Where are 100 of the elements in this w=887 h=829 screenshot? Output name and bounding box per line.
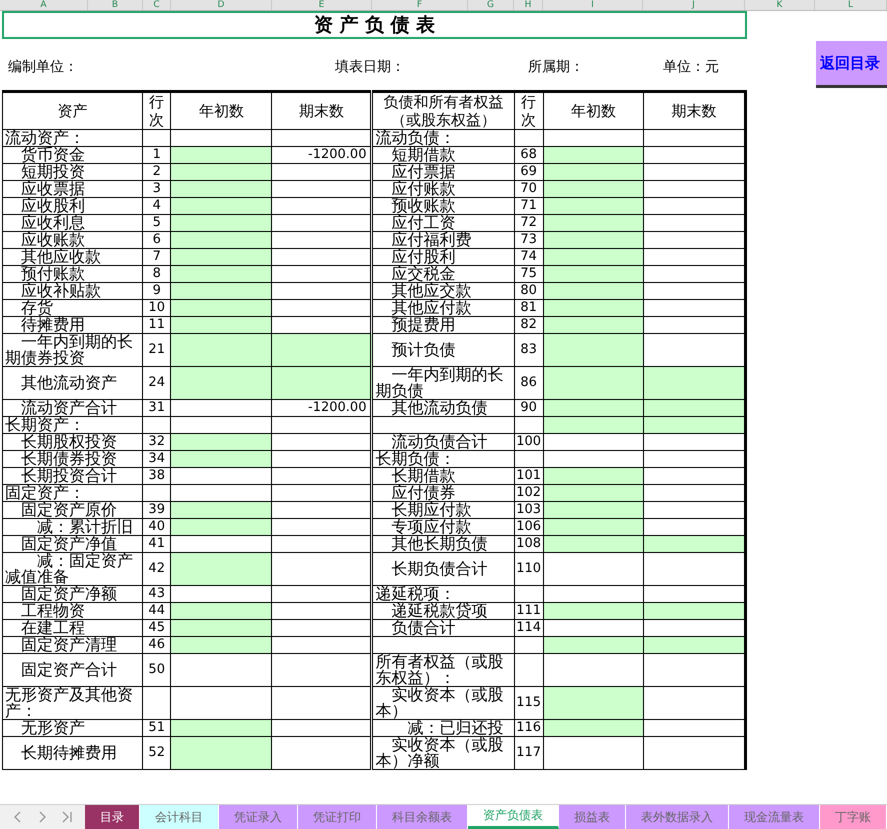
sheet-tab[interactable]: 表外数据录入 [626, 805, 729, 829]
table-cell[interactable] [543, 720, 644, 736]
sheet-tab[interactable]: 科目余额表 [377, 805, 468, 829]
table-cell[interactable] [543, 248, 644, 266]
table-cell[interactable] [543, 686, 644, 720]
column-letter[interactable]: B [88, 0, 143, 10]
table-cell[interactable]: -1200.00 [272, 400, 372, 416]
column-letter[interactable]: F [372, 0, 468, 10]
table-cell[interactable] [643, 416, 746, 434]
table-cell[interactable] [170, 164, 272, 180]
column-letter[interactable]: H [514, 0, 543, 10]
table-cell[interactable] [170, 316, 272, 334]
table-cell[interactable] [643, 400, 746, 416]
info-label: 所属期： [528, 58, 585, 76]
sheet-tab[interactable]: 凭证录入 [219, 805, 298, 829]
line-number: 38 [142, 468, 171, 484]
table-cell[interactable] [170, 366, 272, 400]
table-cell[interactable] [170, 468, 272, 484]
table-cell[interactable] [170, 180, 272, 198]
table-cell[interactable] [170, 736, 272, 770]
table-cell[interactable] [170, 636, 272, 654]
table-cell[interactable] [643, 602, 746, 620]
table-cell[interactable] [170, 214, 272, 232]
column-letter[interactable]: E [272, 0, 372, 10]
table-cell[interactable] [543, 300, 644, 316]
table-cell[interactable] [170, 248, 272, 266]
column-letter[interactable]: I [543, 0, 643, 10]
table-cell[interactable] [170, 552, 272, 586]
table-cell[interactable] [543, 334, 644, 366]
table-cell[interactable] [543, 282, 644, 300]
row-label: 其他流动资产 [2, 366, 143, 400]
row-label: 长期资产： [2, 416, 143, 434]
table-cell[interactable] [543, 468, 644, 484]
line-number: 108 [514, 536, 544, 552]
column-letter[interactable]: L [815, 0, 887, 10]
table-cell[interactable] [543, 146, 644, 164]
table-cell[interactable] [543, 416, 644, 434]
table-cell[interactable] [543, 518, 644, 536]
table-cell[interactable] [170, 602, 272, 620]
column-letter[interactable]: K [745, 0, 815, 10]
table-cell[interactable] [543, 484, 644, 502]
table-cell[interactable] [543, 502, 644, 518]
row-label: 长期待摊费用 [2, 736, 143, 770]
table-cell[interactable] [543, 536, 644, 552]
row-label: 长期借款 [372, 468, 514, 484]
sheet-tab[interactable]: 丁字账 [820, 805, 887, 829]
sheet-tab[interactable]: 会计科目 [140, 805, 219, 829]
table-cell[interactable] [543, 736, 644, 770]
table-cell[interactable] [170, 282, 272, 300]
table-cell[interactable] [170, 198, 272, 214]
table-cell[interactable] [543, 198, 644, 214]
column-letter[interactable]: C [143, 0, 171, 10]
table-cell[interactable] [543, 434, 644, 450]
table-cell[interactable] [170, 518, 272, 536]
table-cell[interactable] [543, 180, 644, 198]
table-cell[interactable] [170, 266, 272, 282]
row-label: 应付工资 [372, 214, 514, 232]
row-label: 货币资金 [2, 146, 143, 164]
table-cell[interactable] [543, 552, 644, 586]
table-cell[interactable] [543, 232, 644, 248]
row-label: 流动负债合计 [372, 434, 514, 450]
table-cell[interactable] [170, 502, 272, 518]
table-cell[interactable] [170, 400, 272, 416]
table-cell[interactable] [170, 654, 272, 686]
sheet-tab[interactable]: 资产负债表 [468, 805, 559, 829]
table-cell[interactable] [170, 434, 272, 450]
row-label: 固定资产清理 [2, 636, 143, 654]
table-cell[interactable] [543, 214, 644, 232]
line-number: 83 [514, 334, 544, 366]
sheet-tab[interactable]: 现金流量表 [729, 805, 820, 829]
table-cell[interactable] [170, 146, 272, 164]
table-cell[interactable] [543, 366, 644, 400]
sheet-tab[interactable]: 凭证打印 [298, 805, 377, 829]
table-cell[interactable] [170, 620, 272, 636]
table-cell[interactable] [170, 334, 272, 366]
row-label: 应收账款 [2, 232, 143, 248]
table-cell[interactable] [543, 400, 644, 416]
table-cell[interactable] [272, 334, 372, 366]
column-letter[interactable]: A [0, 0, 88, 10]
sheet-tab[interactable]: 目录 [85, 805, 140, 829]
table-cell[interactable] [170, 232, 272, 248]
table-cell[interactable] [543, 266, 644, 282]
column-letter[interactable]: D [171, 0, 272, 10]
table-cell[interactable] [170, 300, 272, 316]
table-cell[interactable] [543, 602, 644, 620]
column-letter[interactable]: J [643, 0, 745, 10]
table-cell[interactable] [643, 366, 746, 400]
back-button[interactable]: 返回目录 [816, 41, 887, 88]
table-cell[interactable] [170, 720, 272, 736]
table-cell[interactable] [543, 164, 644, 180]
table-cell[interactable] [543, 316, 644, 334]
column-letter[interactable]: G [468, 0, 514, 10]
table-cell[interactable] [543, 636, 644, 654]
table-cell[interactable] [170, 450, 272, 468]
table-cell[interactable] [643, 636, 746, 654]
table-cell[interactable]: -1200.00 [272, 146, 372, 164]
sheet-tab[interactable]: 损益表 [559, 805, 626, 829]
line-number: 75 [514, 266, 544, 282]
table-cell[interactable] [272, 366, 372, 400]
table-cell[interactable] [643, 536, 746, 552]
